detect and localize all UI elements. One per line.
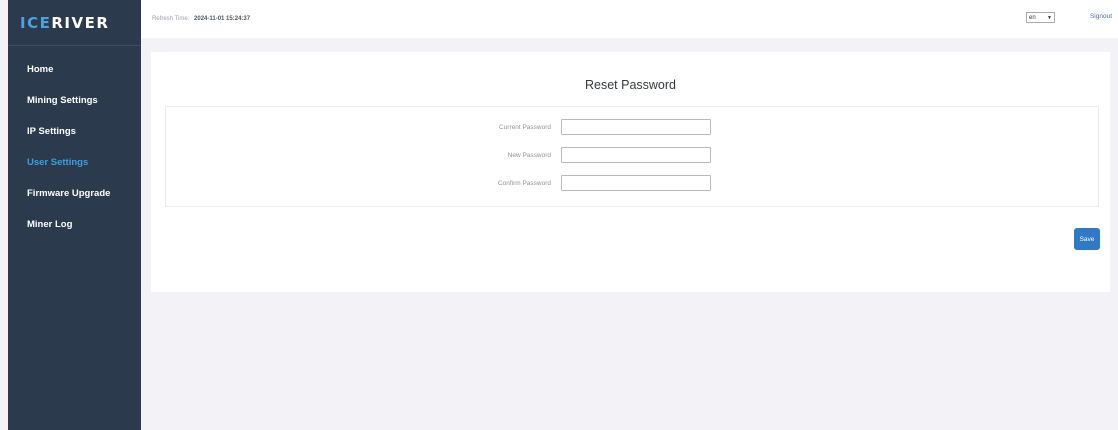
sidebar-item-ip-settings[interactable]: IP Settings	[8, 116, 141, 147]
refresh-info: Refresh Time: 2024-11-01 15:24:37	[152, 16, 250, 22]
language-value: en	[1029, 14, 1036, 21]
logo-prefix: ICE	[20, 13, 52, 32]
logo: ICE RIVER	[8, 0, 141, 46]
new-password-label: New Password	[507, 151, 551, 159]
sidebar: ICE RIVER Home Mining Settings IP Settin…	[8, 0, 141, 430]
sidebar-nav: Home Mining Settings IP Settings User Se…	[8, 46, 141, 240]
new-password-input[interactable]	[561, 147, 711, 163]
current-password-label: Current Password	[498, 123, 551, 131]
reset-password-card: Reset Password Current Password New Pass…	[151, 52, 1110, 292]
sidebar-item-firmware-upgrade[interactable]: Firmware Upgrade	[8, 178, 141, 209]
sidebar-item-user-settings[interactable]: User Settings	[8, 147, 141, 178]
form-row-new-password: New Password	[166, 147, 1098, 163]
signout-link[interactable]: Signout	[1090, 13, 1112, 20]
form-row-current-password: Current Password	[166, 119, 1098, 135]
confirm-password-input[interactable]	[561, 175, 711, 191]
chevron-down-icon: ▼	[1047, 14, 1052, 21]
confirm-password-label: Confirm Password	[497, 179, 551, 187]
sidebar-item-miner-log[interactable]: Miner Log	[8, 209, 141, 240]
page-title: Reset Password	[584, 78, 676, 92]
form-row-confirm-password: Confirm Password	[166, 175, 1098, 191]
refresh-label: Refresh Time:	[152, 16, 190, 22]
sidebar-item-home[interactable]: Home	[8, 54, 141, 85]
sidebar-item-mining-settings[interactable]: Mining Settings	[8, 85, 141, 116]
current-password-input[interactable]	[561, 119, 711, 135]
language-select[interactable]: en ▼	[1026, 12, 1055, 23]
password-form: Current Password New Password Confirm Pa…	[165, 106, 1099, 207]
logo-suffix: RIVER	[51, 13, 110, 32]
save-button[interactable]: Save	[1074, 228, 1100, 250]
top-bar: Refresh Time: 2024-11-01 15:24:37 en ▼ S…	[141, 0, 1118, 38]
refresh-time: 2024-11-01 15:24:37	[194, 16, 251, 22]
